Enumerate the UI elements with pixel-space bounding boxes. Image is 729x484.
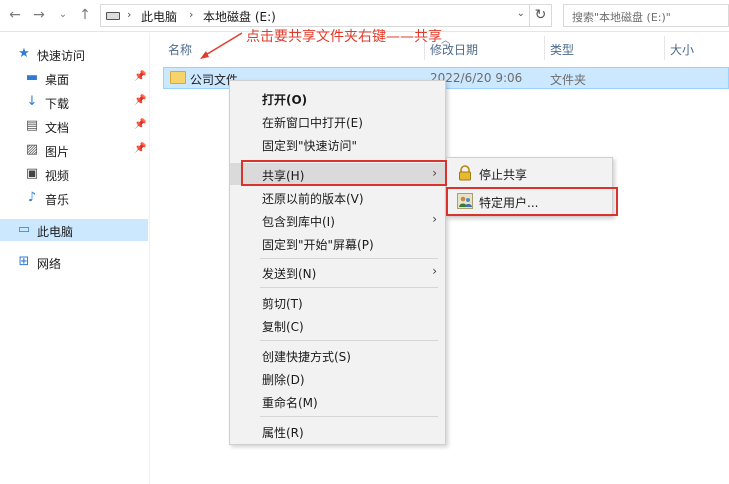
navigation-pane: ★ 快速访问 ▬ 桌面 📌 ↓ 下载 📌 ▤ 文档 📌 ▨ 图片 📌 ▣ 视频 …: [0, 33, 150, 484]
menu-separator: [260, 258, 438, 259]
menu-item-label: 属性(R): [262, 426, 304, 440]
breadcrumb-this-pc[interactable]: 此电脑: [141, 8, 177, 25]
picture-icon: ▨: [25, 142, 39, 157]
menu-item-delete[interactable]: 删除(D): [230, 367, 445, 389]
sidebar-item-label: 视频: [45, 169, 70, 183]
menu-item-create-shortcut[interactable]: 创建快捷方式(S): [230, 344, 445, 366]
recent-dropdown-icon[interactable]: ⌄: [54, 6, 72, 24]
sidebar-item-label: 文档: [45, 121, 70, 135]
refresh-icon[interactable]: ↻: [530, 4, 552, 27]
sidebar-item-network[interactable]: ⊞ 网络: [0, 251, 148, 273]
menu-separator: [260, 287, 438, 288]
sidebar-item-label: 音乐: [45, 193, 70, 207]
pin-icon[interactable]: 📌: [134, 71, 146, 82]
sidebar-item-downloads[interactable]: ↓ 下载 📌: [0, 91, 148, 113]
sidebar-item-label: 快速访问: [37, 49, 86, 63]
video-icon: ▣: [25, 166, 39, 181]
submenu-arrow-icon: ›: [432, 264, 437, 278]
up-arrow-icon[interactable]: ↑: [76, 6, 94, 24]
sidebar-item-this-pc[interactable]: ▭ 此电脑: [0, 219, 148, 241]
menu-item-label: 固定到"开始"屏幕(P): [262, 238, 374, 252]
menu-item-label: 在新窗口中打开(E): [262, 116, 363, 130]
submenu-item-label: 停止共享: [479, 168, 528, 182]
menu-separator: [260, 416, 438, 417]
sidebar-item-label: 此电脑: [37, 225, 74, 239]
menu-item-label: 打开(O): [262, 93, 308, 107]
menu-item-send-to[interactable]: 发送到(N) ›: [230, 261, 445, 283]
menu-item-properties[interactable]: 属性(R): [230, 420, 445, 442]
column-header-type[interactable]: 类型: [550, 41, 574, 58]
desktop-icon: ▬: [25, 70, 39, 85]
column-header-name[interactable]: 名称: [168, 41, 192, 58]
download-icon: ↓: [26, 94, 38, 109]
menu-item-pin-quick-access[interactable]: 固定到"快速访问": [230, 133, 445, 155]
menu-separator: [260, 340, 438, 341]
annotation-text: 点击要共享文件夹右键——共享: [246, 29, 442, 45]
sidebar-item-quick-access[interactable]: ★ 快速访问: [0, 43, 148, 65]
menu-item-label: 还原以前的版本(V): [262, 192, 364, 206]
sidebar-item-pictures[interactable]: ▨ 图片 📌: [0, 139, 148, 161]
menu-item-open[interactable]: 打开(O): [230, 87, 445, 109]
pin-icon[interactable]: 📌: [134, 143, 146, 154]
menu-item-label: 删除(D): [262, 373, 305, 387]
sidebar-item-label: 桌面: [45, 73, 70, 87]
star-icon: ★: [18, 46, 30, 61]
search-input[interactable]: 搜索"本地磁盘 (E:)": [563, 4, 729, 27]
annotation-arrow-icon: [200, 32, 243, 59]
menu-item-open-new-window[interactable]: 在新窗口中打开(E): [230, 110, 445, 132]
lock-icon: [459, 165, 471, 181]
menu-item-rename[interactable]: 重命名(M): [230, 390, 445, 412]
menu-item-restore-versions[interactable]: 还原以前的版本(V): [230, 186, 445, 208]
column-header-size[interactable]: 大小: [670, 41, 694, 58]
menu-item-include-library[interactable]: 包含到库中(I) ›: [230, 209, 445, 231]
search-placeholder: 搜索"本地磁盘 (E:)": [572, 11, 671, 24]
menu-item-label: 固定到"快速访问": [262, 139, 358, 153]
folder-icon: [170, 71, 186, 84]
sidebar-item-label: 图片: [45, 145, 70, 159]
menu-item-label: 剪切(T): [262, 297, 303, 311]
column-divider[interactable]: [664, 36, 665, 60]
breadcrumb-local-disk[interactable]: 本地磁盘 (E:): [203, 8, 276, 25]
computer-icon: ▭: [17, 222, 31, 237]
sidebar-item-label: 网络: [37, 257, 62, 271]
breadcrumb-separator-icon[interactable]: ›: [127, 8, 131, 21]
address-bar[interactable]: › 此电脑 › 本地磁盘 (E:) ⌄: [100, 4, 530, 27]
file-type: 文件夹: [550, 73, 587, 87]
address-dropdown-icon[interactable]: ⌄: [517, 8, 525, 19]
sidebar-item-desktop[interactable]: ▬ 桌面 📌: [0, 67, 148, 89]
sidebar-item-videos[interactable]: ▣ 视频: [0, 163, 148, 185]
specific-people-highlight-box: [446, 187, 618, 216]
music-icon: ♪: [27, 190, 37, 205]
submenu-arrow-icon: ›: [432, 212, 437, 226]
menu-item-label: 创建快捷方式(S): [262, 350, 351, 364]
sidebar-item-label: 下载: [45, 97, 70, 111]
menu-item-copy[interactable]: 复制(C): [230, 314, 445, 336]
menu-item-label: 重命名(M): [262, 396, 318, 410]
forward-arrow-icon[interactable]: →: [30, 6, 48, 24]
sidebar-item-documents[interactable]: ▤ 文档 📌: [0, 115, 148, 137]
menu-item-label: 包含到库中(I): [262, 215, 335, 229]
column-divider[interactable]: [544, 36, 545, 60]
document-icon: ▤: [25, 118, 39, 133]
context-menu: 打开(O) 在新窗口中打开(E) 固定到"快速访问" 共享(H) › 还原以前的版…: [229, 80, 446, 445]
share-highlight-box: [241, 160, 447, 186]
pin-icon[interactable]: 📌: [134, 95, 146, 106]
drive-icon: [106, 12, 120, 20]
menu-item-cut[interactable]: 剪切(T): [230, 291, 445, 313]
network-icon: ⊞: [18, 254, 30, 269]
menu-item-label: 发送到(N): [262, 267, 317, 281]
menu-item-label: 复制(C): [262, 320, 304, 334]
sidebar-item-music[interactable]: ♪ 音乐: [0, 187, 148, 209]
breadcrumb-separator-icon[interactable]: ›: [189, 8, 193, 21]
submenu-item-stop-sharing[interactable]: 停止共享: [447, 160, 612, 186]
pin-icon[interactable]: 📌: [134, 119, 146, 130]
menu-item-pin-start[interactable]: 固定到"开始"屏幕(P): [230, 232, 445, 254]
back-arrow-icon[interactable]: ←: [6, 6, 24, 24]
